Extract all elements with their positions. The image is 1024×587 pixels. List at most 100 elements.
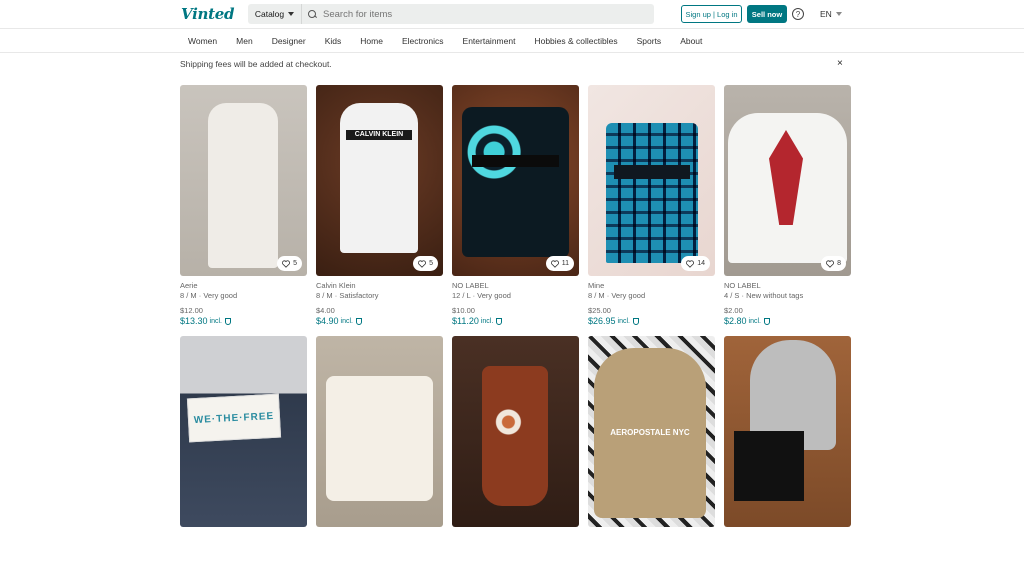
- item-price: $2.00: [724, 306, 743, 315]
- item-photo[interactable]: [316, 336, 443, 527]
- sell-now-button[interactable]: Sell now: [747, 5, 787, 23]
- favorite-button[interactable]: 5: [413, 256, 438, 271]
- waist-band: [614, 165, 690, 179]
- incl-label: incl.: [480, 317, 494, 325]
- item-photo[interactable]: [724, 336, 851, 527]
- incl-price: $4.90: [316, 316, 339, 326]
- search-input[interactable]: [323, 8, 643, 20]
- waist-band: [472, 155, 559, 167]
- incl-label: incl.: [617, 317, 630, 325]
- garment-shape: [340, 103, 418, 253]
- nav-about[interactable]: About: [680, 36, 702, 46]
- shield-icon: [224, 317, 231, 325]
- heart-icon: [686, 259, 695, 268]
- shield-icon: [763, 317, 770, 325]
- help-icon[interactable]: ?: [792, 8, 804, 20]
- favorite-button[interactable]: 8: [821, 256, 846, 271]
- garment-shape: [462, 107, 569, 257]
- item-grid: 5 Aerie 8 / M · Very good $12.00 $13.30 i…: [180, 85, 851, 587]
- brand-label: WE·THE·FREE: [186, 393, 282, 443]
- favorite-count: 5: [293, 260, 297, 267]
- language-label: EN: [820, 9, 832, 19]
- catalog-dropdown[interactable]: Catalog: [248, 4, 302, 24]
- incl-price: $11.20: [452, 316, 479, 326]
- favorite-count: 5: [429, 260, 433, 267]
- item-photo[interactable]: CALVIN KLEIN 5: [316, 85, 443, 276]
- item-brand: NO LABEL: [724, 281, 761, 290]
- chevron-down-icon: [288, 12, 295, 16]
- item-condition: 4 / S · New without tags: [724, 291, 804, 300]
- garment-shape: [208, 103, 278, 268]
- catalog-label: Catalog: [254, 9, 285, 19]
- item-card[interactable]: AEROPOSTALE NYC: [588, 336, 715, 587]
- shorts-shape: [734, 431, 804, 501]
- hoodie-graphic: AEROPOSTALE NYC: [594, 348, 706, 518]
- search-bar: Catalog: [248, 4, 654, 24]
- item-card[interactable]: [724, 336, 851, 587]
- nav-entertainment[interactable]: Entertainment: [463, 36, 516, 46]
- nav-home[interactable]: Home: [360, 36, 383, 46]
- item-photo[interactable]: 11: [452, 85, 579, 276]
- item-card[interactable]: CALVIN KLEIN 5 Calvin Klein 8 / M · Sati…: [316, 85, 443, 336]
- nav-women[interactable]: Women: [188, 36, 217, 46]
- item-photo[interactable]: AEROPOSTALE NYC: [588, 336, 715, 527]
- favorite-button[interactable]: 5: [277, 256, 302, 271]
- nav-designer[interactable]: Designer: [272, 36, 306, 46]
- category-nav: Women Men Designer Kids Home Electronics…: [0, 29, 1024, 53]
- nav-hobbies[interactable]: Hobbies & collectibles: [534, 36, 617, 46]
- close-icon[interactable]: ×: [837, 58, 843, 69]
- banner-text: Shipping fees will be added at checkout.: [180, 59, 332, 69]
- signup-login-button[interactable]: Sign up | Log in: [681, 5, 742, 23]
- item-photo[interactable]: [452, 336, 579, 527]
- shipping-banner: Shipping fees will be added at checkout.…: [0, 53, 1024, 75]
- favorite-button[interactable]: 11: [545, 256, 574, 271]
- item-photo[interactable]: 8: [724, 85, 851, 276]
- item-price: $10.00: [452, 306, 475, 315]
- item-card[interactable]: [452, 336, 579, 587]
- item-photo[interactable]: 5: [180, 85, 307, 276]
- shield-icon: [355, 317, 362, 325]
- item-price-incl: $13.30 incl.: [180, 316, 307, 326]
- nav-sports[interactable]: Sports: [637, 36, 662, 46]
- item-price-incl: $4.90 incl.: [316, 316, 443, 326]
- item-condition: 8 / M · Satisfactory: [316, 291, 379, 300]
- item-price-incl: $2.80 incl.: [724, 316, 851, 326]
- item-card[interactable]: WE·THE·FREE: [180, 336, 307, 587]
- item-card[interactable]: [316, 336, 443, 587]
- search-icon: [308, 9, 317, 19]
- item-price-incl: $26.95 incl.: [588, 316, 715, 326]
- language-selector[interactable]: EN: [820, 9, 842, 19]
- item-condition: 12 / L · Very good: [452, 291, 511, 300]
- heart-icon: [550, 259, 559, 268]
- favorite-button[interactable]: 14: [681, 256, 710, 271]
- favorite-count: 11: [561, 260, 569, 267]
- favorite-count: 8: [837, 260, 841, 267]
- item-card[interactable]: 8 NO LABEL 4 / S · New without tags $2.0…: [724, 85, 851, 336]
- item-photo[interactable]: WE·THE·FREE: [180, 336, 307, 527]
- item-photo[interactable]: 14: [588, 85, 715, 276]
- nav-men[interactable]: Men: [236, 36, 253, 46]
- garment-shape: [326, 376, 433, 501]
- garment-shape: [482, 366, 548, 506]
- vinted-logo[interactable]: Vinted: [181, 5, 248, 23]
- item-card[interactable]: 5 Aerie 8 / M · Very good $12.00 $13.30 i…: [180, 85, 307, 336]
- incl-price: $13.30: [180, 316, 208, 326]
- item-card[interactable]: 14 Mine 8 / M · Very good $25.00 $26.95 i…: [588, 85, 715, 336]
- nav-electronics[interactable]: Electronics: [402, 36, 444, 46]
- shield-icon: [496, 317, 503, 325]
- incl-label: incl.: [209, 317, 222, 325]
- incl-label: incl.: [748, 317, 761, 325]
- top-header: Vinted Catalog Sign up | Log in Sell now…: [0, 0, 1024, 29]
- item-card[interactable]: 11 NO LABEL 12 / L · Very good $10.00 $1…: [452, 85, 579, 336]
- item-brand: NO LABEL: [452, 281, 489, 290]
- item-condition: 8 / M · Very good: [588, 291, 646, 300]
- item-price: $12.00: [180, 306, 203, 315]
- item-price: $4.00: [316, 306, 335, 315]
- incl-price: $2.80: [724, 316, 747, 326]
- incl-label: incl.: [340, 317, 353, 325]
- item-condition: 8 / M · Very good: [180, 291, 238, 300]
- search-field[interactable]: [302, 4, 654, 24]
- nav-kids[interactable]: Kids: [325, 36, 342, 46]
- shield-icon: [632, 317, 639, 325]
- item-brand: Calvin Klein: [316, 281, 356, 290]
